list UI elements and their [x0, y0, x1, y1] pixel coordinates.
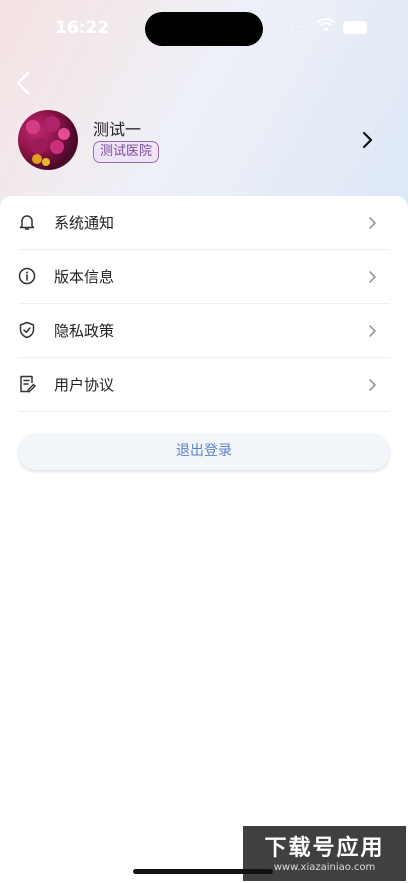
hospital-badge: 测试医院 — [93, 141, 160, 163]
watermark-title: 下载号应用 — [264, 836, 385, 861]
chevron-right-icon — [362, 131, 373, 149]
menu-item-label: 隐私政策 — [54, 322, 115, 340]
shield-icon — [19, 321, 35, 339]
wifi-icon — [316, 18, 336, 32]
info-icon — [18, 267, 36, 285]
chevron-right-icon — [369, 325, 376, 337]
avatar — [18, 110, 78, 170]
user-name: 测试一 — [93, 120, 142, 139]
chevron-right-icon — [369, 271, 376, 283]
back-button[interactable] — [12, 70, 36, 96]
menu-item-label: 用户协议 — [54, 376, 115, 394]
logout-button[interactable]: 退出登录 — [18, 433, 390, 470]
chevron-right-icon — [369, 379, 376, 391]
battery-icon — [343, 21, 367, 34]
signal-icon: ···· — [290, 20, 310, 34]
menu-item-label: 系统通知 — [54, 214, 115, 232]
dynamic-island — [145, 12, 263, 46]
menu-item-notifications[interactable]: 系统通知 — [18, 196, 390, 250]
menu-item-version[interactable]: 版本信息 — [18, 250, 390, 304]
menu-item-privacy[interactable]: 隐私政策 — [18, 304, 390, 358]
bell-icon — [19, 215, 35, 230]
chevron-right-icon — [369, 217, 376, 229]
home-indicator[interactable] — [133, 869, 273, 874]
menu-item-agreement[interactable]: 用户协议 — [18, 358, 390, 412]
document-edit-icon — [20, 375, 36, 393]
settings-card: 系统通知 版本信息 隐私政策 用户协议 — [0, 196, 408, 883]
profile-card[interactable]: 测试一 测试医院 — [18, 110, 390, 170]
status-bar: 16:22 ···· — [0, 0, 408, 56]
status-time: 16:22 — [55, 18, 110, 38]
menu-item-label: 版本信息 — [54, 268, 115, 286]
